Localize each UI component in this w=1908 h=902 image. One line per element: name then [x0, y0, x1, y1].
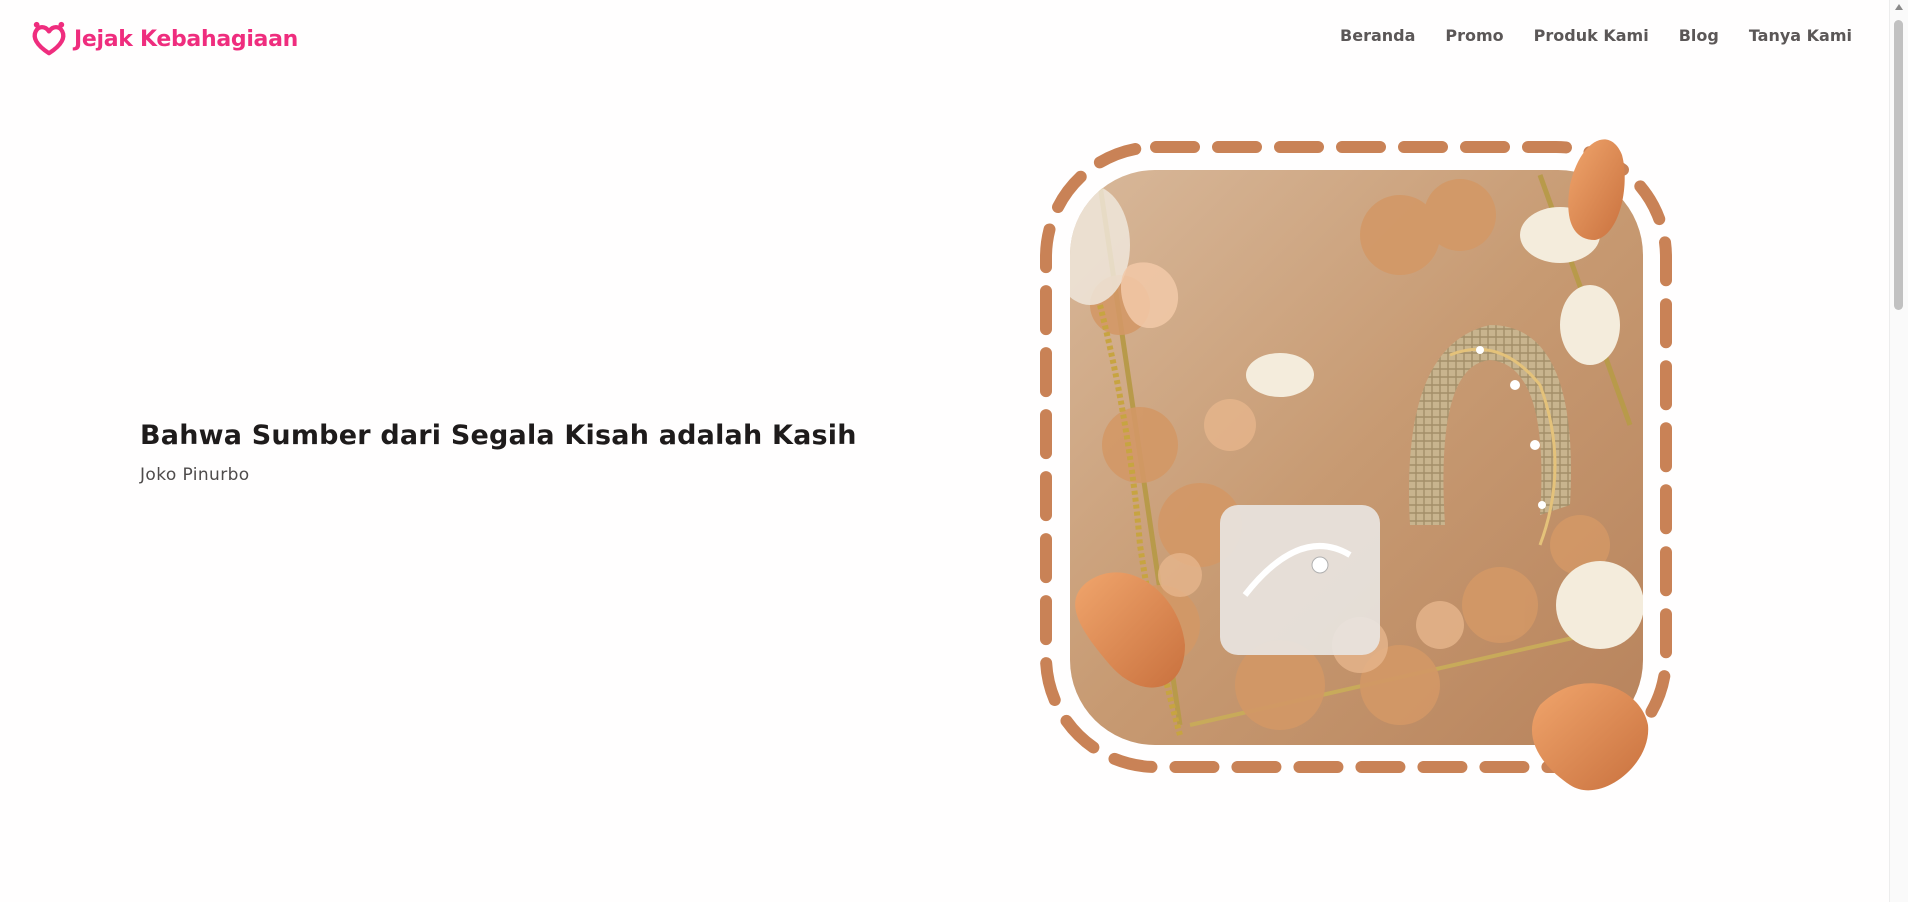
heart-logo-icon	[32, 21, 66, 56]
site-header: Jejak Kebahagiaan Beranda Promo Produk K…	[0, 0, 1890, 76]
hero-image	[980, 125, 1680, 815]
scroll-thumb[interactable]	[1894, 20, 1903, 310]
hero-image-illustration	[1040, 139, 1672, 791]
nav-beranda[interactable]: Beranda	[1340, 26, 1415, 45]
hero-quote: Bahwa Sumber dari Segala Kisah adalah Ka…	[140, 420, 857, 451]
page: Jejak Kebahagiaan Beranda Promo Produk K…	[0, 0, 1908, 902]
nav-tanya-kami[interactable]: Tanya Kami	[1749, 26, 1852, 45]
brand-name: Jejak Kebahagiaan	[74, 26, 299, 52]
nav-produk-kami[interactable]: Produk Kami	[1534, 26, 1649, 45]
nav-blog[interactable]: Blog	[1679, 26, 1719, 45]
brand-logo[interactable]: Jejak Kebahagiaan	[30, 20, 298, 58]
page-scrollbar[interactable]	[1889, 0, 1908, 902]
scroll-up-icon[interactable]	[1895, 4, 1903, 10]
hero-author: Joko Pinurbo	[140, 465, 250, 485]
petal-bottom-right	[1531, 683, 1649, 791]
hero-text: Bahwa Sumber dari Segala Kisah adalah Ka…	[140, 420, 857, 485]
main-nav: Beranda Promo Produk Kami Blog Tanya Kam…	[1340, 26, 1852, 45]
nav-promo[interactable]: Promo	[1445, 26, 1503, 45]
